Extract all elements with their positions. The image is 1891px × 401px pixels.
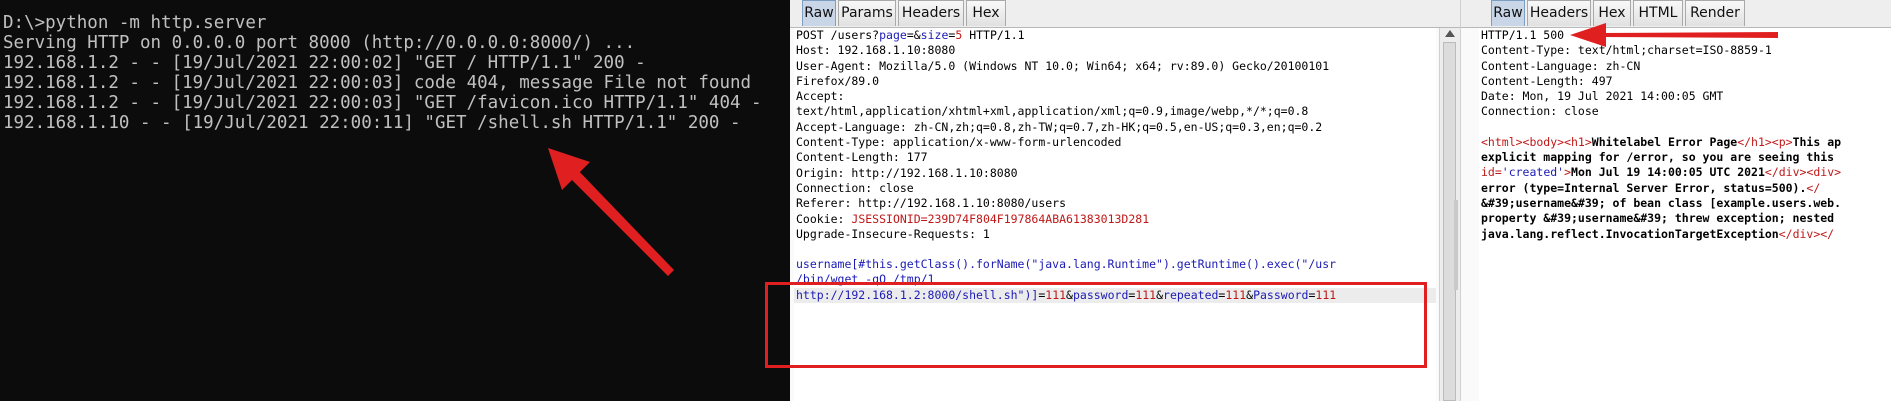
param-name: page <box>879 28 907 42</box>
html-tag: </h1><p> <box>1737 134 1793 149</box>
terminal-line: 192.168.1.2 - - [19/Jul/2021 22:00:02] "… <box>3 53 646 73</box>
request-header: text/html,application/xhtml+xml,applicat… <box>796 104 1309 119</box>
scroll-up-icon[interactable] <box>1445 30 1455 37</box>
terminal-line: 192.168.1.2 - - [19/Jul/2021 22:00:03] "… <box>3 93 762 113</box>
terminal-output: D:\>python -m http.server Serving HTTP o… <box>0 13 762 133</box>
terminal-line: Serving HTTP on 0.0.0.0 port 8000 (http:… <box>3 33 636 53</box>
tab-request-params[interactable]: Params <box>838 0 896 26</box>
request-line: POST /users?page=&size=5 HTTP/1.1 <box>794 28 1436 43</box>
html-tag: </ <box>1806 180 1821 195</box>
response-body-line: explicit mapping for /error, so you are … <box>1479 150 1891 165</box>
html-attr: id= <box>1481 165 1502 180</box>
html-text: This ap <box>1792 134 1842 149</box>
response-body-line: property &#39;username&#39; threw except… <box>1479 211 1891 226</box>
request-body-line: username[#this.getClass().forName("java.… <box>796 257 1337 272</box>
response-pane: Raw Headers Hex HTML Render HTTP/1.1 500… <box>1460 0 1891 401</box>
response-header: Connection: close <box>1481 104 1599 119</box>
http-version: HTTP/1.1 <box>969 28 1025 42</box>
html-text: error (type=Internal Server Error, statu… <box>1481 180 1807 195</box>
request-header: Referer: http://192.168.1.10:8080/users <box>796 196 1067 211</box>
cookie-value: JSESSIONID=239D74F804F197864ABA61383013D… <box>851 211 1150 226</box>
html-text: Mon Jul 19 14:00:05 UTC 2021 <box>1571 165 1765 180</box>
terminal-line: 192.168.1.10 - - [19/Jul/2021 22:00:11] … <box>3 113 741 133</box>
html-text: property &#39;username&#39; threw except… <box>1481 211 1835 226</box>
html-text: &#39;username&#39; of bean class [exampl… <box>1481 195 1842 210</box>
html-tag: > <box>1564 165 1572 180</box>
param-separator: =& <box>906 28 921 42</box>
request-body-highlight-box <box>765 282 1427 368</box>
response-body-line: &#39;username&#39; of bean class [exampl… <box>1479 196 1891 211</box>
request-header: Accept: <box>796 89 845 104</box>
param-value: 5 <box>955 28 963 42</box>
terminal-arrow-icon <box>548 148 674 276</box>
request-header: Accept-Language: zh-CN,zh;q=0.8,zh-TW;q=… <box>796 119 1323 134</box>
html-tag: </div><div> <box>1764 165 1842 180</box>
html-tag: <html><body><h1> <box>1481 134 1592 149</box>
request-header: User-Agent: Mozilla/5.0 (Windows NT 10.0… <box>796 58 1330 73</box>
request-method: POST <box>796 28 824 42</box>
request-header: Origin: http://192.168.1.10:8080 <box>796 165 1018 180</box>
response-header: Content-Language: zh-CN <box>1481 58 1641 73</box>
cookie-label: Cookie: <box>796 211 845 226</box>
request-header: Host: 192.168.1.10:8080 <box>796 43 956 58</box>
response-editor[interactable]: HTTP/1.1 500 Content-Type: text/html;cha… <box>1479 28 1891 401</box>
response-header: Date: Mon, 19 Jul 2021 14:00:05 GMT <box>1481 89 1724 104</box>
request-tabbar: Raw Params Headers Hex <box>790 0 1460 28</box>
response-header: Content-Length: 497 <box>1481 73 1613 88</box>
tab-request-hex[interactable]: Hex <box>966 0 1006 26</box>
request-header: Content-Type: application/x-www-form-url… <box>796 135 1122 150</box>
cookie-header: Cookie: JSESSIONID=239D74F804F197864ABA6… <box>794 212 1436 227</box>
html-tag: </div></ <box>1778 226 1835 241</box>
response-body-line: <html><body><h1>Whitelabel Error Page</h… <box>1479 135 1891 150</box>
request-path: /users? <box>830 28 880 42</box>
param-name: size <box>920 28 949 42</box>
request-header: Content-Length: 177 <box>796 150 928 165</box>
request-header: Firefox/89.0 <box>796 73 880 88</box>
html-attr-value: 'created' <box>1501 165 1565 180</box>
tab-request-headers[interactable]: Headers <box>898 0 964 26</box>
html-text: Whitelabel Error Page <box>1591 134 1738 149</box>
pane-splitter[interactable] <box>1454 200 1458 290</box>
response-body-line: id='created'>Mon Jul 19 14:00:05 UTC 202… <box>1479 165 1891 180</box>
terminal-line: D:\>python -m http.server <box>3 13 267 33</box>
html-text: java.lang.reflect.InvocationTargetExcept… <box>1481 226 1779 241</box>
status-arrow-icon <box>1570 23 1778 47</box>
tab-response-raw[interactable]: Raw <box>1491 0 1525 26</box>
request-header: Connection: close <box>796 180 914 195</box>
request-header: Upgrade-Insecure-Requests: 1 <box>796 226 990 241</box>
terminal-line: 192.168.1.2 - - [19/Jul/2021 22:00:03] c… <box>3 73 752 93</box>
html-text: explicit mapping for /error, so you are … <box>1481 150 1835 165</box>
response-body-line: java.lang.reflect.InvocationTargetExcept… <box>1479 227 1891 242</box>
response-body-line: error (type=Internal Server Error, statu… <box>1479 181 1891 196</box>
tab-request-raw[interactable]: Raw <box>802 0 836 26</box>
